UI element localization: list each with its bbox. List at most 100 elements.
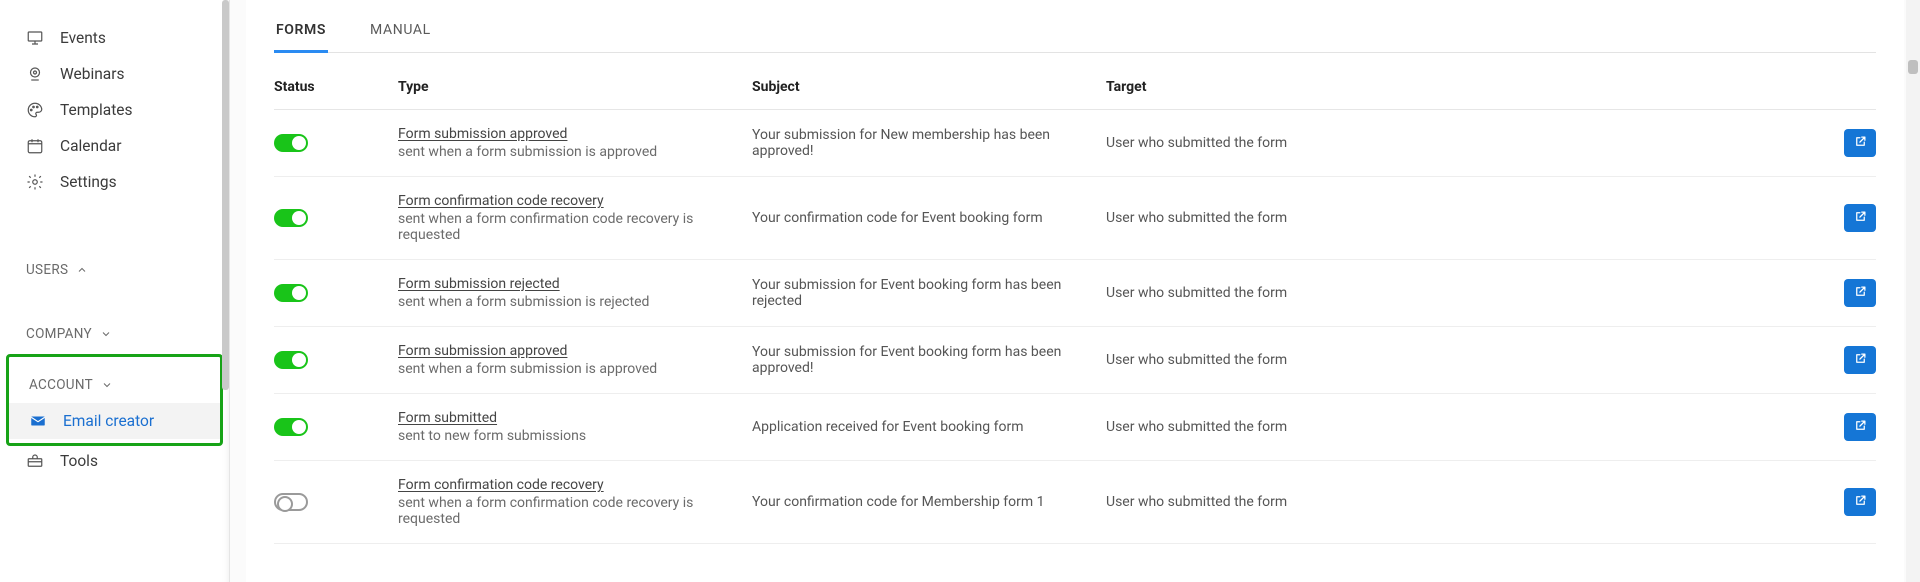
cell-target: User who submitted the form: [1106, 210, 1806, 226]
status-toggle[interactable]: [274, 284, 308, 302]
edit-button[interactable]: [1844, 204, 1876, 232]
cell-action: [1806, 346, 1876, 374]
table-row: Form submission approvedsent when a form…: [274, 327, 1876, 394]
main-scrollbar-thumb[interactable]: [1908, 60, 1918, 74]
cell-action: [1806, 279, 1876, 307]
col-header-subject: Subject: [752, 79, 1106, 95]
external-edit-icon: [1853, 351, 1868, 370]
presentation-icon: [26, 29, 44, 47]
status-toggle[interactable]: [274, 418, 308, 436]
chevron-down-icon: [101, 379, 113, 391]
type-description: sent when a form confirmation code recov…: [398, 495, 752, 527]
cell-subject: Your confirmation code for Event booking…: [752, 210, 1106, 226]
cell-status: [274, 134, 398, 152]
calendar-icon: [26, 137, 44, 155]
gear-icon: [26, 173, 44, 191]
table-row: Form submitted sent to new form submissio…: [274, 394, 1876, 461]
sidebar-item-label: Settings: [60, 173, 117, 191]
status-toggle[interactable]: [274, 351, 308, 369]
type-title-link[interactable]: Form confirmation code recovery: [398, 477, 752, 493]
cell-action: [1806, 413, 1876, 441]
sidebar-item-events[interactable]: Events: [0, 20, 229, 56]
edit-button[interactable]: [1844, 279, 1876, 307]
external-edit-icon: [1853, 284, 1868, 303]
toolbox-icon: [26, 452, 44, 470]
cell-type: Form confirmation code recovery sent when…: [398, 477, 752, 527]
edit-button[interactable]: [1844, 413, 1876, 441]
sidebar: Events Webinars Templates Calendar Setti…: [0, 0, 230, 582]
type-description: sent to new form submissions: [398, 428, 752, 444]
status-toggle[interactable]: [274, 493, 308, 511]
cell-target: User who submitted the form: [1106, 419, 1806, 435]
nav-gap: [0, 200, 229, 240]
envelope-icon: [29, 412, 47, 430]
cell-action: [1806, 488, 1876, 516]
edit-button[interactable]: [1844, 129, 1876, 157]
sidebar-item-calendar[interactable]: Calendar: [0, 128, 229, 164]
col-header-type: Type: [398, 79, 752, 95]
cell-subject: Application received for Event booking f…: [752, 419, 1106, 435]
palette-icon: [26, 101, 44, 119]
external-edit-icon: [1853, 134, 1868, 153]
cell-subject: Your submission for Event booking form h…: [752, 344, 1106, 376]
type-title-link[interactable]: Form submitted: [398, 410, 752, 426]
type-title-link[interactable]: Form confirmation code recovery: [398, 193, 752, 209]
sidebar-section-users[interactable]: USERS: [0, 252, 229, 288]
sidebar-item-webinars[interactable]: Webinars: [0, 56, 229, 92]
external-edit-icon: [1853, 418, 1868, 437]
sidebar-section-account[interactable]: ACCOUNT: [9, 367, 220, 403]
cell-target: User who submitted the form: [1106, 494, 1806, 510]
table-row: Form confirmation code recovery sent when…: [274, 461, 1876, 544]
cell-action: [1806, 129, 1876, 157]
type-title-link[interactable]: Form submission approved: [398, 343, 752, 359]
table-row: Form submission rejected sent when a form…: [274, 260, 1876, 327]
sidebar-item-label: Tools: [60, 452, 98, 470]
main-scroll-track[interactable]: [1906, 0, 1920, 582]
sidebar-item-tools[interactable]: Tools: [0, 446, 229, 479]
external-edit-icon: [1853, 209, 1868, 228]
cell-type: Form submission rejected sent when a form…: [398, 276, 752, 310]
sidebar-item-label: Webinars: [60, 65, 124, 83]
col-header-status: Status: [274, 79, 398, 95]
main-panel: FORMS MANUAL Status Type Subject Target …: [246, 0, 1904, 582]
table-row: Form submission approved sent when a form…: [274, 110, 1876, 177]
cell-status: [274, 493, 398, 511]
type-title-link[interactable]: Form submission rejected: [398, 276, 752, 292]
edit-button[interactable]: [1844, 346, 1876, 374]
status-toggle[interactable]: [274, 209, 308, 227]
sidebar-item-email-creator[interactable]: Email creator: [9, 403, 220, 439]
status-toggle[interactable]: [274, 134, 308, 152]
cell-status: [274, 284, 398, 302]
cell-target: User who submitted the form: [1106, 285, 1806, 301]
col-header-target: Target: [1106, 79, 1876, 95]
cell-status: [274, 351, 398, 369]
cell-type: Form submitted sent to new form submissio…: [398, 410, 752, 444]
sidebar-section-company[interactable]: COMPANY: [0, 316, 229, 352]
sidebar-item-label: Events: [60, 29, 106, 47]
sidebar-item-settings[interactable]: Settings: [0, 164, 229, 200]
section-label: ACCOUNT: [29, 377, 93, 393]
cell-subject: Your confirmation code for Membership fo…: [752, 494, 1106, 510]
section-label: COMPANY: [26, 326, 92, 342]
cell-target: User who submitted the form: [1106, 135, 1806, 151]
cell-type: Form submission approvedsent when a form…: [398, 343, 752, 377]
tab-manual[interactable]: MANUAL: [368, 22, 433, 52]
sidebar-scrollbar[interactable]: [222, 0, 229, 390]
type-description: sent when a form submission is rejected: [398, 294, 752, 310]
table-rows: Form submission approved sent when a form…: [274, 110, 1876, 544]
cell-status: [274, 209, 398, 227]
cell-action: [1806, 204, 1876, 232]
type-description: sent when a form submission is approved: [398, 144, 752, 160]
sidebar-item-label: Email creator: [63, 412, 154, 430]
cell-subject: Your submission for Event booking form h…: [752, 277, 1106, 309]
sidebar-item-templates[interactable]: Templates: [0, 92, 229, 128]
tab-forms[interactable]: FORMS: [274, 22, 328, 52]
sidebar-item-label: Calendar: [60, 137, 122, 155]
cell-subject: Your submission for New membership has b…: [752, 127, 1106, 159]
edit-button[interactable]: [1844, 488, 1876, 516]
table-header: Status Type Subject Target: [274, 53, 1876, 110]
type-description: sent when a form confirmation code recov…: [398, 211, 752, 243]
webcam-icon: [26, 65, 44, 83]
cell-type: Form confirmation code recovery sent when…: [398, 193, 752, 243]
type-title-link[interactable]: Form submission approved: [398, 126, 752, 142]
